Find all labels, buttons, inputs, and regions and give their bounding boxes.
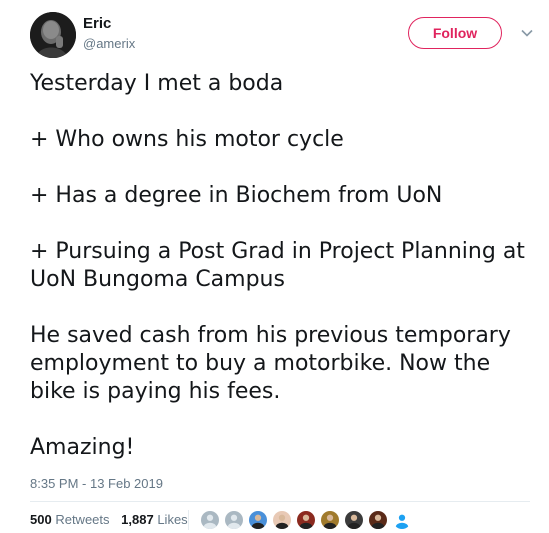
default-avatar-icon[interactable] xyxy=(200,510,220,530)
tweet-header: Eric @amerix Follow xyxy=(30,12,540,60)
avatar-blue-icon[interactable] xyxy=(248,510,268,530)
avatar-photo-icon[interactable] xyxy=(344,510,364,530)
profile-photo-icon xyxy=(30,12,76,58)
likes-count: 1,887 xyxy=(121,512,154,527)
avatar-gold-icon[interactable] xyxy=(320,510,340,530)
retweets-stat[interactable]: 500 Retweets xyxy=(30,512,110,527)
stats-separator xyxy=(188,510,189,530)
avatar-photo-icon[interactable] xyxy=(368,510,388,530)
tweet-line: + Who owns his motor cycle xyxy=(30,127,344,152)
avatar-red-icon[interactable] xyxy=(296,510,316,530)
likes-stat[interactable]: 1,887 Likes xyxy=(121,512,188,527)
tweet-line: He saved cash from his previous temporar… xyxy=(30,323,511,404)
tweet-text: Yesterday I met a boda + Who owns his mo… xyxy=(30,70,535,462)
user-handle[interactable]: @amerix xyxy=(83,36,135,51)
follow-button[interactable]: Follow xyxy=(408,17,502,49)
divider xyxy=(30,501,530,502)
tweet-line: Yesterday I met a boda xyxy=(30,71,284,96)
avatar-pattern-icon[interactable] xyxy=(272,510,292,530)
retweets-count: 500 xyxy=(30,512,52,527)
retweets-label: Retweets xyxy=(55,512,110,527)
user-name[interactable]: Eric xyxy=(83,15,111,32)
tweet-line: + Has a degree in Biochem from UoN xyxy=(30,183,443,208)
tweet-stats: 500 Retweets 1,887 Likes xyxy=(30,512,196,527)
likes-label: Likes xyxy=(157,512,188,527)
chevron-down-icon[interactable] xyxy=(520,26,534,40)
tweet-line: + Pursuing a Post Grad in Project Planni… xyxy=(30,239,525,292)
tweet-line: Amazing! xyxy=(30,435,135,460)
avatar[interactable] xyxy=(30,12,76,58)
avatar-figure-icon[interactable] xyxy=(392,510,412,530)
liker-avatars xyxy=(200,510,416,530)
default-avatar-icon[interactable] xyxy=(224,510,244,530)
tweet-timestamp[interactable]: 8:35 PM - 13 Feb 2019 xyxy=(30,476,163,491)
